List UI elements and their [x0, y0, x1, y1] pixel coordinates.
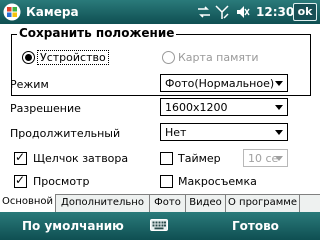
radio-selected-dot [25, 54, 32, 61]
preview-label[interactable]: Просмотр [33, 175, 89, 188]
macro-checkbox[interactable] [160, 175, 173, 188]
no-sound-icon[interactable] [234, 4, 250, 20]
radio-memory-card-label[interactable]: Карта памяти [178, 51, 259, 64]
defaults-softkey[interactable]: По умолчанию [22, 219, 124, 233]
keyboard-icon[interactable] [150, 218, 168, 232]
continuous-value: Нет [165, 126, 187, 139]
shutter-sound-label[interactable]: Щелчок затвора [33, 152, 128, 165]
chevron-down-icon [275, 105, 283, 110]
chevron-down-icon [275, 130, 283, 135]
shutter-sound-checkbox[interactable]: ✓ [14, 150, 27, 165]
resolution-value: 1600x1200 [165, 101, 228, 114]
checkmark-icon: ✓ [15, 173, 26, 187]
mode-label: Режим [10, 78, 49, 91]
mode-value: Фото(Нормальное) [165, 77, 275, 90]
checkmark-icon: ✓ [15, 150, 26, 164]
chevron-down-icon [275, 156, 283, 161]
title-bar: Камера 12:30 ok [0, 0, 320, 24]
settings-panel: Сохранить положение Устройство Карта пам… [0, 24, 320, 194]
continuous-label: Продолжительный [10, 127, 121, 140]
done-softkey[interactable]: Готово [232, 219, 279, 233]
tab-strip: Основной Дополнительно Фото Видео О прог… [0, 194, 320, 212]
resolution-label: Разрешение [10, 102, 81, 115]
tab-advanced[interactable]: Дополнительно [56, 195, 150, 212]
timer-checkbox[interactable] [160, 152, 173, 165]
tab-photo[interactable]: Фото [150, 195, 186, 212]
resolution-select[interactable]: 1600x1200 [160, 98, 288, 116]
timer-select[interactable]: 10 се [243, 149, 288, 167]
radio-device[interactable] [22, 51, 35, 64]
ok-button[interactable]: ok [293, 3, 317, 21]
sync-icon[interactable] [196, 4, 212, 20]
preview-checkbox[interactable]: ✓ [14, 173, 27, 188]
window-title: Камера [26, 5, 79, 19]
radio-device-label[interactable]: Устройство [37, 50, 109, 65]
tab-basic[interactable]: Основной [0, 194, 56, 212]
signal-icon[interactable] [214, 4, 230, 20]
softkey-bar: По умолчанию Готово [0, 212, 320, 240]
timer-label[interactable]: Таймер [178, 152, 221, 165]
tab-about[interactable]: О программе [226, 195, 300, 212]
chevron-down-icon [275, 81, 283, 86]
timer-value: 10 се [248, 152, 279, 165]
save-location-title: Сохранить положение [17, 26, 177, 40]
macro-label[interactable]: Макросъемка [178, 175, 257, 188]
radio-memory-card[interactable] [162, 51, 175, 64]
windows-logo-icon[interactable] [3, 3, 21, 21]
continuous-select[interactable]: Нет [160, 123, 288, 141]
clock[interactable]: 12:30 [256, 5, 294, 19]
tab-video[interactable]: Видео [186, 195, 226, 212]
mode-select[interactable]: Фото(Нормальное) [160, 74, 288, 92]
